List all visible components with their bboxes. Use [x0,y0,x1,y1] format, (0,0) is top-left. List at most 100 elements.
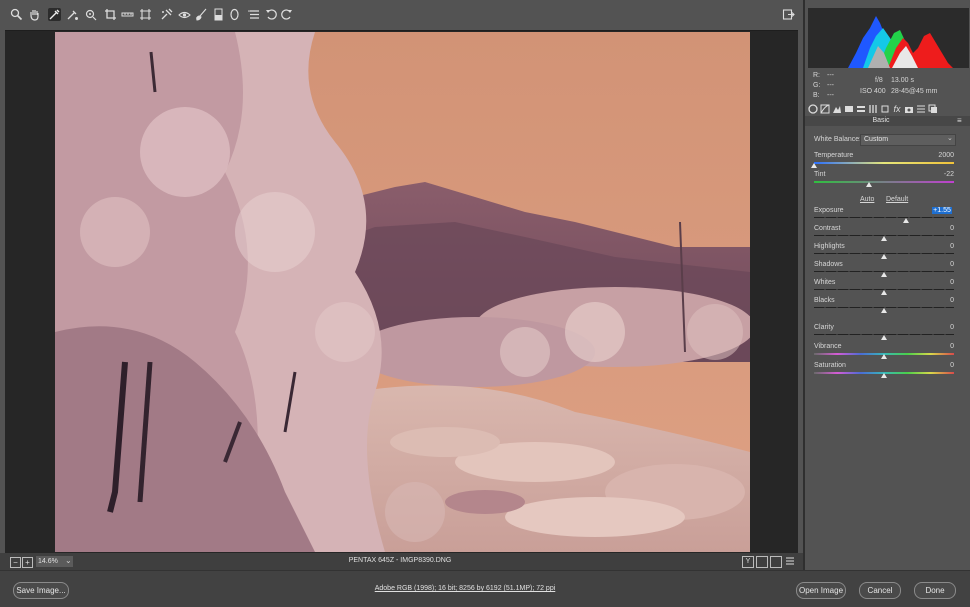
cancel-button[interactable]: Cancel [859,582,901,599]
section-title: Basic [872,117,890,124]
slider-value[interactable]: 2000 [914,152,954,159]
slider-track[interactable] [814,181,954,183]
toolbar [0,0,803,30]
default-link[interactable]: Default [886,196,908,203]
tab-hsl-icon[interactable] [844,104,854,114]
slider-label: Highlights [814,243,845,250]
infrared-landscape-image [55,32,750,552]
slider-value[interactable]: 0 [914,343,954,350]
rotate-right-icon[interactable] [280,8,293,21]
transform-icon[interactable] [139,8,152,21]
straighten-icon[interactable] [121,8,134,21]
g-label: G: [813,82,821,89]
rotate-left-icon[interactable] [265,8,278,21]
save-image-button[interactable]: Save Image... [13,582,69,599]
slider-thumb[interactable] [881,308,887,313]
slider-value[interactable]: 0 [914,225,954,232]
tab-camera-calibration-icon[interactable] [904,104,914,114]
toggle-settings-icon[interactable] [785,556,795,566]
slider-value[interactable]: 0 [914,279,954,286]
adjustment-brush-icon[interactable] [195,8,208,21]
slider-value[interactable]: +1.55 [932,207,952,214]
slider-value[interactable]: 0 [914,362,954,369]
tab-detail-icon[interactable] [832,104,842,114]
tab-basic-icon[interactable] [808,104,818,114]
slider-label: Blacks [814,297,835,304]
red-eye-icon[interactable] [178,8,191,21]
spot-removal-icon[interactable] [160,8,173,21]
workflow-options-link[interactable]: Adobe RGB (1998); 16 bit; 8256 by 6192 (… [330,585,600,592]
preferences-icon[interactable] [248,8,261,21]
slider-label: Temperature [814,152,854,159]
slider-track[interactable] [814,162,954,164]
copy-settings-icon[interactable] [770,556,782,568]
zoom-level-select[interactable]: 14.6% ⌄ [36,556,73,567]
slider-thumb[interactable] [865,182,872,187]
tab-split-toning-icon[interactable] [856,104,866,114]
slider-value[interactable]: 0 [914,243,954,250]
slider-thumb[interactable] [903,218,910,223]
open-image-button[interactable]: Open Image [796,582,846,599]
slider-label: Shadows [814,261,843,268]
slider-value[interactable]: -22 [914,171,954,178]
bottom-bar: Save Image... Adobe RGB (1998); 16 bit; … [0,570,970,607]
zoom-icon[interactable] [10,8,23,21]
color-sampler-icon[interactable] [66,8,79,21]
tab-transform-icon[interactable] [880,104,890,114]
panel-menu-icon[interactable]: ≡ [957,116,962,125]
slider-thumb[interactable] [881,354,887,359]
slider-label: Tint [814,171,826,178]
slider-value[interactable]: 0 [914,297,954,304]
slider-value[interactable]: 0 [914,324,954,331]
slider-value[interactable]: 0 [914,261,954,268]
photo-preview[interactable] [55,32,750,552]
slider-label: Contrast [814,225,841,232]
tab-presets-icon[interactable] [916,104,926,114]
white-balance-value: Custom [864,136,889,143]
white-balance-label: White Balance: [814,136,862,143]
tab-effects-icon[interactable]: fx [892,104,902,114]
b-label: B: [813,92,820,99]
auto-link[interactable]: Auto [860,196,874,203]
slider-thumb[interactable] [881,272,887,277]
tab-snapshots-icon[interactable] [928,104,938,114]
done-button[interactable]: Done [914,582,956,599]
slider-thumb[interactable] [881,335,887,340]
g-value: --- [827,82,834,89]
slider-thumb[interactable] [881,290,887,295]
zoom-out-button[interactable]: − [10,557,21,568]
chevron-down-icon: ⌄ [947,135,953,142]
image-canvas[interactable] [5,30,798,553]
zoom-in-button[interactable]: + [22,557,33,568]
hand-icon[interactable] [28,8,41,21]
iso-value: ISO 400 [860,88,886,95]
before-after-y-icon[interactable]: Y [742,556,754,568]
crop-icon[interactable] [104,8,117,21]
slider-label: Saturation [814,362,846,369]
r-value: --- [827,72,834,79]
slider-thumb[interactable] [881,236,887,241]
white-balance-select[interactable]: Custom ⌄ [860,134,956,146]
graduated-filter-icon[interactable] [212,8,225,21]
tab-tone-curve-icon[interactable] [820,104,830,114]
b-value: --- [827,92,834,99]
targeted-adjustment-icon[interactable] [84,8,97,21]
zoom-level-value: 14.6% [38,558,58,565]
shutter-value: 13.00 s [891,77,914,84]
toggle-fullscreen-icon[interactable] [782,8,795,21]
radial-filter-icon[interactable] [228,8,241,21]
swap-settings-icon[interactable] [756,556,768,568]
slider-thumb[interactable] [881,254,887,259]
status-bar: − + 14.6% ⌄ PENTAX 645Z - IMGP8390.DNG Y [0,553,803,570]
slider-label: Vibrance [814,343,842,350]
slider-track[interactable] [814,217,954,218]
file-name-label: PENTAX 645Z - IMGP8390.DNG [348,557,452,564]
tab-lens-corrections-icon[interactable] [868,104,878,114]
slider-label: Clarity [814,324,834,331]
section-header: Basic ≡ [805,116,970,126]
slider-thumb[interactable] [881,373,887,378]
slider-thumb[interactable] [811,163,817,168]
white-balance-icon[interactable] [48,8,61,21]
r-label: R: [813,72,820,79]
slider-label: Whites [814,279,836,286]
